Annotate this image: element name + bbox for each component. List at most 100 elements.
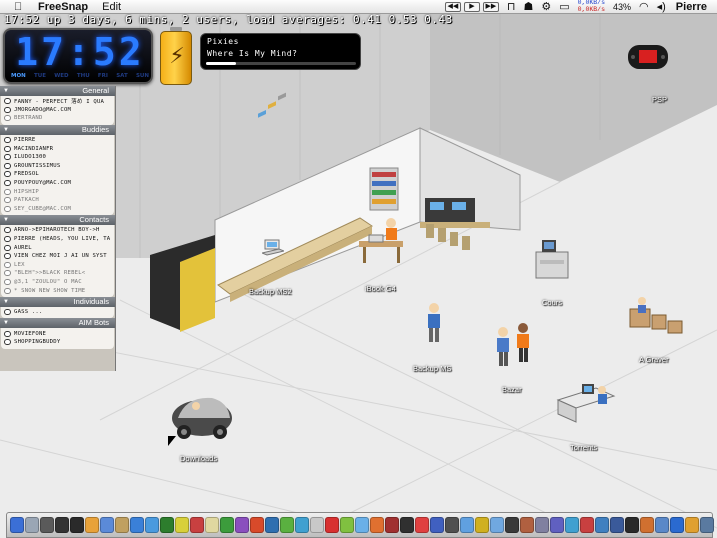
dock-app-icon[interactable] <box>535 517 549 533</box>
volume-icon[interactable]: ◂) <box>657 0 666 13</box>
buddy-group-header[interactable]: ▼ Contacts <box>0 215 115 226</box>
dock-app-icon[interactable] <box>340 517 354 533</box>
buddy-group-header[interactable]: ▼ Individuals <box>0 296 115 307</box>
dock-app-icon[interactable] <box>580 517 594 533</box>
buddy-row[interactable]: @3,1 "ZOULOU" O MAC <box>1 278 114 287</box>
dock-app-icon[interactable] <box>610 517 624 533</box>
buddy-group-header[interactable]: ▼ General <box>0 86 115 96</box>
ibook-g4-drive-icon[interactable] <box>355 215 411 265</box>
downloads-label[interactable]: Downloads <box>180 454 217 463</box>
torrents-folder-icon[interactable] <box>556 380 616 426</box>
buddy-row[interactable]: FANNY - PERFECT 落め I QUA <box>1 97 114 106</box>
dock-app-icon[interactable] <box>175 517 189 533</box>
dock-app-icon[interactable] <box>430 517 444 533</box>
now-playing-progress[interactable] <box>206 62 356 65</box>
dock-app-icon[interactable] <box>190 517 204 533</box>
dock-app-icon[interactable] <box>115 517 129 533</box>
dock-app-icon[interactable] <box>670 517 684 533</box>
dock-app-icon[interactable] <box>685 517 699 533</box>
dock-app-icon[interactable] <box>145 517 159 533</box>
dock-app-icon[interactable] <box>160 517 174 533</box>
dock-app-icon[interactable] <box>355 517 369 533</box>
wifi-icon[interactable]: ◠ <box>639 0 649 13</box>
ibook-g4-label[interactable]: iBook G4 <box>365 284 396 293</box>
buddy-group-header[interactable]: ▼ Buddies <box>0 124 115 135</box>
buddy-row[interactable]: "BLEH">>BLACK REBEL< <box>1 269 114 278</box>
dock-app-icon[interactable] <box>325 517 339 533</box>
edit-menu[interactable]: Edit <box>102 1 121 13</box>
dock-app-icon[interactable] <box>70 517 84 533</box>
buddy-row[interactable]: POUYPOUY@MAC.COM <box>1 179 114 188</box>
buddy-row[interactable]: AUREL <box>1 243 114 252</box>
disclosure-triangle-icon[interactable]: ▼ <box>3 125 9 135</box>
bazar-label[interactable]: Bazar <box>502 385 522 394</box>
dock-app-icon[interactable] <box>295 517 309 533</box>
buddy-row[interactable]: GASS ... <box>1 308 114 317</box>
dock-app-icon[interactable] <box>565 517 579 533</box>
dock-app-icon[interactable] <box>400 517 414 533</box>
dock-app-icon[interactable] <box>655 517 669 533</box>
dock-app-icon[interactable] <box>265 517 279 533</box>
dock-app-icon[interactable] <box>505 517 519 533</box>
dock-app-icon[interactable] <box>490 517 504 533</box>
network-speed[interactable]: 0,0KB/s 0,0KB/s <box>578 0 605 13</box>
dock-app-icon[interactable] <box>460 517 474 533</box>
cours-folder-icon[interactable] <box>532 236 572 284</box>
buddy-group-header[interactable]: ▼ AIM Bots <box>0 318 115 329</box>
psp-label[interactable]: PSP <box>652 95 667 104</box>
buddy-row[interactable]: SEY_CUBE@MAC.COM <box>1 205 114 214</box>
dock-app-icon[interactable] <box>415 517 429 533</box>
buddy-row[interactable]: SHOPPINGBUDDY <box>1 338 114 347</box>
buddy-row[interactable]: PIERRE <box>1 136 114 145</box>
backup-ms-label[interactable]: Backup MS <box>413 364 451 373</box>
dock-app-icon[interactable] <box>280 517 294 533</box>
buddy-row[interactable]: LEX <box>1 261 114 270</box>
dock-app-icon[interactable] <box>220 517 234 533</box>
dock-app-icon[interactable] <box>625 517 639 533</box>
buddy-row[interactable]: MACINDIANFR <box>1 144 114 153</box>
dock-app-icon[interactable] <box>55 517 69 533</box>
menu-extra-ticket-icon[interactable]: ⊓ <box>507 0 516 13</box>
psp-drive-icon[interactable] <box>627 42 669 72</box>
dock-app-icon[interactable] <box>10 517 24 533</box>
dock-app-icon[interactable] <box>385 517 399 533</box>
dock-app-icon[interactable] <box>25 517 39 533</box>
dock-app-icon[interactable] <box>310 517 324 533</box>
buddy-row[interactable]: FREDSOL <box>1 170 114 179</box>
bazar-folder-icon[interactable] <box>493 322 535 368</box>
buddy-row[interactable]: ILUDO1300 <box>1 153 114 162</box>
buddy-row[interactable]: * SNOW NEW SHOW TIME <box>1 286 114 295</box>
dock-app-icon[interactable] <box>595 517 609 533</box>
play-pause-icon[interactable]: ▶ <box>463 1 480 12</box>
dock-app-icon[interactable] <box>700 517 714 533</box>
fast-user-switch-menu[interactable]: Pierre <box>676 1 707 13</box>
dock-app-icon[interactable] <box>520 517 534 533</box>
battery-widget[interactable]: ⚡ <box>158 27 194 87</box>
menu-extra-gear-icon[interactable]: ⚙ <box>541 0 551 13</box>
buddy-row[interactable]: VIEN CHEZ MOI J AI UN SYST <box>1 252 114 261</box>
dock-app-icon[interactable] <box>250 517 264 533</box>
buddy-row[interactable]: PATKACH <box>1 196 114 205</box>
a-graver-label[interactable]: A Graver <box>639 355 669 364</box>
buddy-row[interactable]: GROUNTISSIMUS <box>1 162 114 171</box>
rewind-icon[interactable]: ◀◀ <box>444 1 461 12</box>
dock-app-icon[interactable] <box>550 517 564 533</box>
digital-clock-widget[interactable]: 17:52 MON TUE WED THU FRI SAT SUN <box>3 28 153 84</box>
cours-label[interactable]: Cours <box>542 298 562 307</box>
dock-app-icon[interactable] <box>640 517 654 533</box>
dock-app-icon[interactable] <box>370 517 384 533</box>
dock-app-icon[interactable] <box>445 517 459 533</box>
disclosure-triangle-icon[interactable]: ▼ <box>3 318 9 328</box>
dock-app-icon[interactable] <box>130 517 144 533</box>
menu-extra-character-icon[interactable]: ☗ <box>524 0 534 13</box>
menu-extra-display-icon[interactable]: ▭ <box>559 0 569 13</box>
a-graver-folder-icon[interactable] <box>628 295 686 339</box>
battery-percentage[interactable]: 43% <box>613 2 631 12</box>
dock-app-icon[interactable] <box>475 517 489 533</box>
now-playing-widget[interactable]: Pixies Where Is My Mind? <box>200 33 361 70</box>
downloads-folder-icon[interactable] <box>166 388 236 446</box>
buddy-row[interactable]: ARNO->EPIHAROTECH BOY->H <box>1 226 114 235</box>
dock-app-icon[interactable] <box>40 517 54 533</box>
apple-menu-icon[interactable]:  <box>14 1 26 13</box>
disclosure-triangle-icon[interactable]: ▼ <box>3 86 9 96</box>
